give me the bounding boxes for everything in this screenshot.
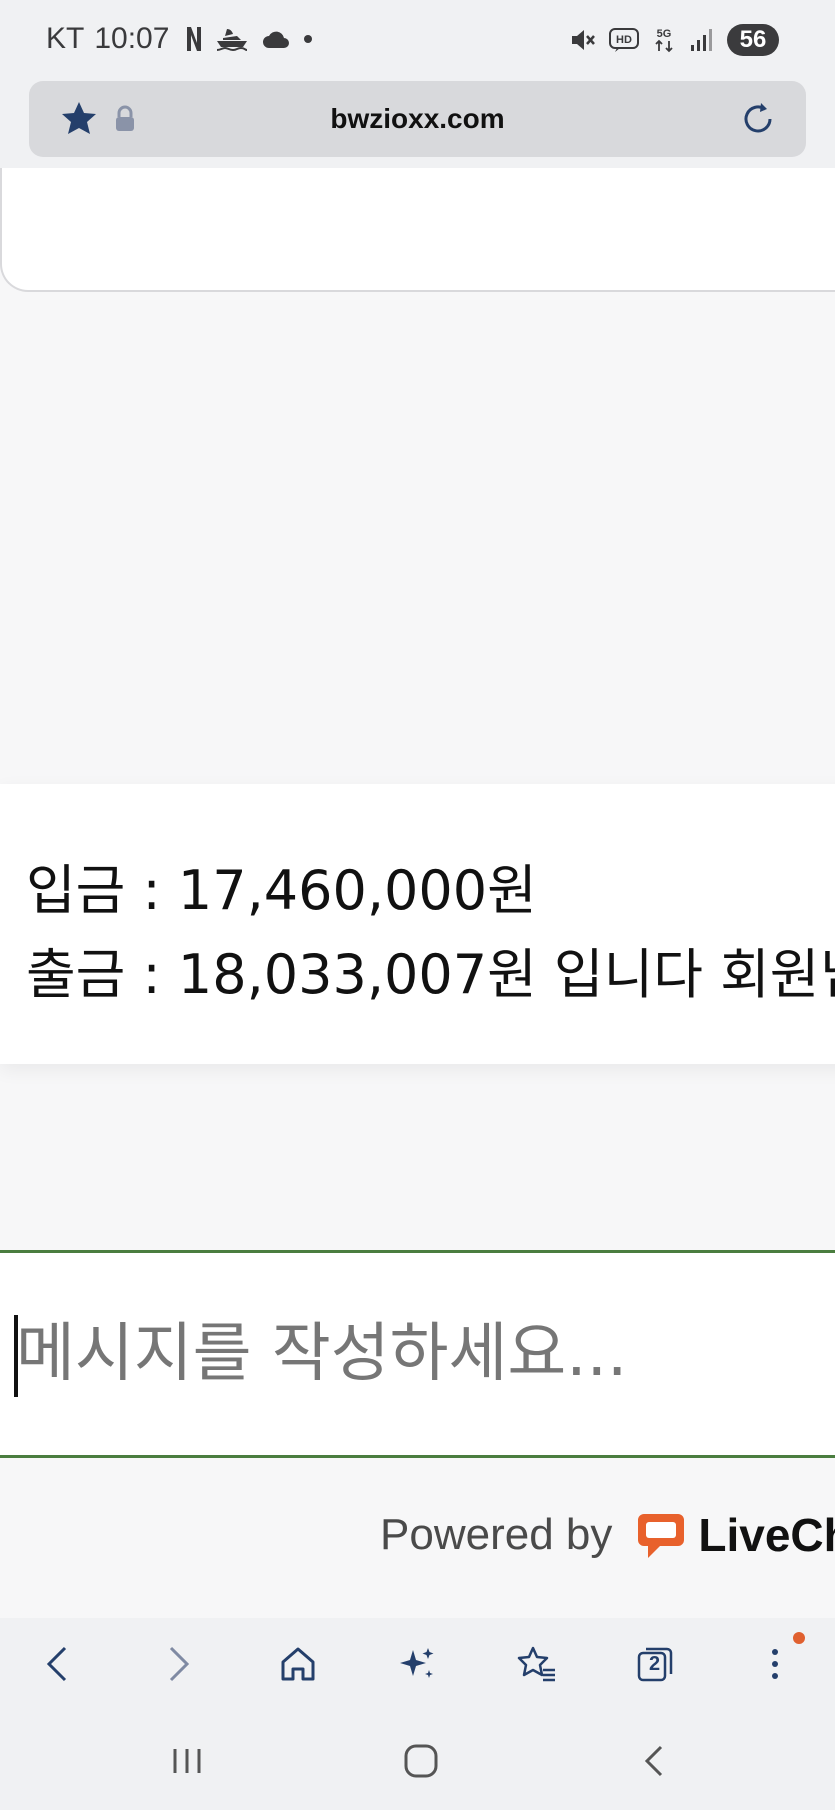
signal-icon [691, 29, 712, 51]
chat-header-card [0, 168, 835, 292]
tabs-icon[interactable]: 2 [631, 1640, 679, 1688]
home-circle-icon[interactable] [396, 1736, 446, 1786]
home-icon[interactable] [274, 1640, 322, 1688]
livechat-brand: LiveChat [698, 1509, 835, 1561]
back-icon[interactable] [34, 1640, 82, 1688]
dot-icon [304, 35, 313, 43]
status-right: HD 5G 56 [569, 24, 779, 56]
powered-by-text: Powered by [380, 1510, 613, 1559]
message-composer[interactable] [0, 1250, 835, 1458]
agent-message: 입금 : 17,460,000원 출금 : 18,033,007원 입니다 회원… [0, 784, 835, 1064]
livechat-logo[interactable]: LiveChat [634, 1508, 835, 1562]
message-input[interactable] [16, 1309, 816, 1399]
browser-toolbar: 2 [0, 1618, 835, 1708]
carrier-label: KT [46, 22, 85, 55]
phone-screen: KT 10:07 HD 5G 56 bwzioxx.com 입금: 17,46… [0, 0, 835, 1810]
livechat-bubble-icon [638, 1514, 685, 1558]
system-navigation [0, 1708, 835, 1810]
tab-count: 2 [649, 1653, 661, 1675]
withdrawal-line: 출금 : 18,033,007원 입니다 회원님 [26, 943, 835, 1006]
netflix-icon [187, 27, 202, 51]
forward-icon[interactable] [154, 1640, 202, 1688]
chat-window: 입금 : 17,460,000원 출금 : 18,033,007원 입니다 회원… [0, 168, 835, 1618]
recent-apps-icon[interactable] [162, 1736, 212, 1786]
notification-dot [793, 1632, 805, 1644]
ai-sparkle-icon[interactable] [393, 1640, 441, 1688]
address-bar[interactable]: bwzioxx.com [29, 81, 806, 157]
notification-icons [185, 25, 313, 53]
status-bar: KT 10:07 HD 5G 56 [0, 0, 835, 80]
5g-icon: 5G [655, 28, 673, 53]
bookmarks-icon[interactable] [512, 1640, 560, 1688]
battery-indicator: 56 [727, 24, 779, 56]
clock: 10:07 [94, 22, 170, 55]
svg-text:5G: 5G [657, 28, 672, 40]
powered-by-footer[interactable]: Powered by LiveChat [380, 1508, 835, 1562]
status-left: KT 10:07 [46, 22, 313, 56]
hd-icon: HD [609, 28, 639, 52]
reload-icon[interactable] [738, 99, 778, 143]
cloud-icon [263, 31, 290, 48]
url-text[interactable]: bwzioxx.com [29, 81, 806, 157]
mute-icon [572, 30, 595, 50]
svg-text:HD: HD [616, 34, 632, 46]
system-back-icon[interactable] [630, 1736, 680, 1786]
deposit-line: 입금 : 17,460,000원 [26, 859, 537, 922]
boat-icon [217, 29, 248, 52]
more-icon[interactable] [751, 1632, 805, 1688]
address-bar-area: bwzioxx.com [0, 80, 835, 168]
